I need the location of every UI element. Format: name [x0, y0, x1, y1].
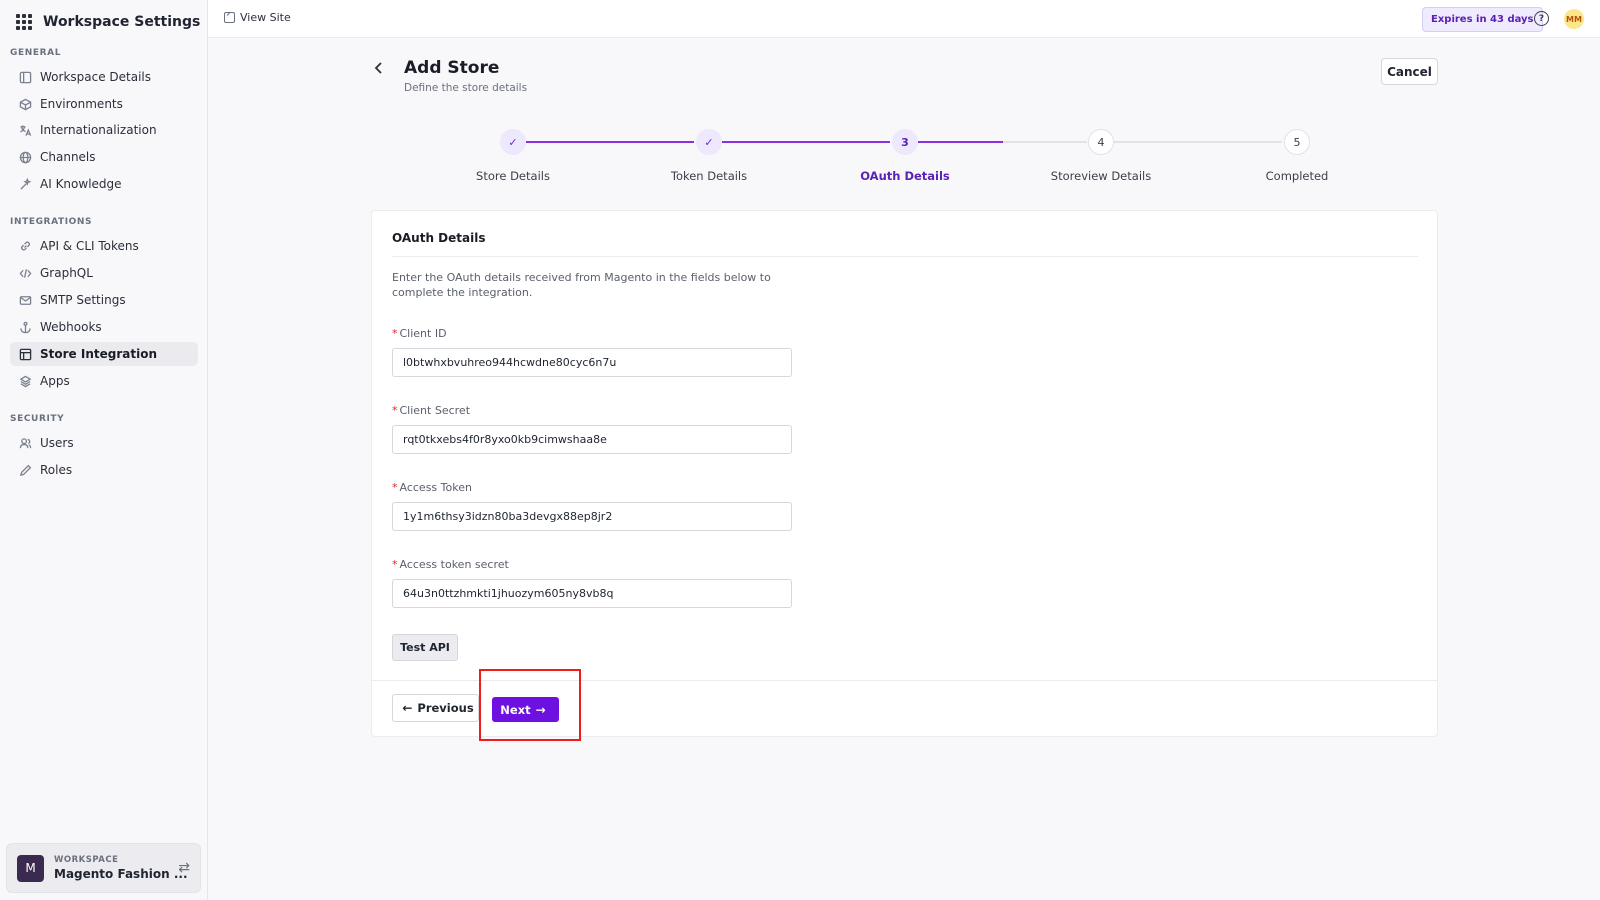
access-token-secret-input[interactable] — [392, 579, 792, 608]
step-3-circle: 3 — [892, 129, 918, 155]
mail-icon — [18, 293, 32, 307]
previous-label: Previous — [417, 701, 474, 715]
stepper-connector — [918, 141, 1003, 143]
section-general-label: GENERAL — [10, 48, 62, 58]
sidebar-item-label: Webhooks — [40, 320, 102, 334]
sidebar-item-users[interactable]: Users — [10, 431, 198, 455]
sidebar-item-workspace-details[interactable]: Workspace Details — [10, 65, 198, 89]
section-integrations-label: INTEGRATIONS — [10, 217, 93, 227]
sidebar-item-label: SMTP Settings — [40, 293, 126, 307]
form-title: OAuth Details — [392, 231, 486, 245]
stepper-connector — [1114, 141, 1282, 143]
sidebar-item-label: Store Integration — [40, 347, 157, 361]
step-label-oauth-details: OAuth Details — [860, 169, 950, 183]
anchor-icon — [18, 320, 32, 334]
oauth-form-card: OAuth Details Enter the OAuth details re… — [371, 210, 1438, 737]
sidebar-item-label: GraphQL — [40, 266, 93, 280]
sidebar-item-apps[interactable]: Apps — [10, 369, 198, 393]
sidebar-item-roles[interactable]: Roles — [10, 458, 198, 482]
step-label-store-details: Store Details — [476, 169, 550, 183]
back-arrow-icon[interactable] — [371, 60, 387, 76]
access-token-label: * Access Token — [392, 481, 472, 494]
globe-icon — [18, 150, 32, 164]
stepper-connector — [722, 141, 890, 143]
previous-button[interactable]: ← Previous — [392, 694, 479, 722]
workspace-label: WORKSPACE — [54, 855, 119, 865]
step-label-token-details: Token Details — [670, 169, 748, 183]
pen-icon — [18, 463, 32, 477]
page-title: Add Store — [404, 58, 500, 78]
page-subtitle: Define the store details — [404, 82, 528, 94]
sidebar-item-internationalization[interactable]: Internationalization — [10, 118, 198, 142]
stepper-connector — [1003, 141, 1087, 143]
code-icon — [18, 266, 32, 280]
workspace-name: Magento Fashion ... — [54, 867, 188, 881]
store-icon — [18, 347, 32, 361]
sidebar-item-label: Workspace Details — [40, 70, 152, 84]
sidebar-item-store-integration[interactable]: Store Integration — [10, 342, 198, 366]
sidebar-header[interactable]: Workspace Settings — [16, 10, 200, 34]
sidebar-item-graphql[interactable]: GraphQL — [10, 261, 198, 285]
sidebar-item-label: Roles — [40, 463, 73, 477]
view-site-label: View Site — [240, 11, 291, 24]
sidebar-item-smtp-settings[interactable]: SMTP Settings — [10, 288, 198, 312]
step-1-check-icon: ✓ — [500, 129, 526, 155]
step-4-circle: 4 — [1088, 129, 1114, 155]
sidebar-item-ai-knowledge[interactable]: AI Knowledge — [10, 172, 198, 196]
apps-grid-icon[interactable] — [16, 14, 32, 30]
step-label-storeview-details: Storeview Details — [1050, 169, 1152, 183]
sidebar-item-api-cli-tokens[interactable]: API & CLI Tokens — [10, 234, 198, 258]
access-token-secret-label: * Access token secret — [392, 558, 509, 571]
section-security-label: SECURITY — [10, 414, 65, 424]
sidebar-item-label: Users — [40, 436, 74, 450]
expires-badge[interactable]: Expires in 43 days — [1422, 7, 1543, 32]
highlight-annotation-box — [479, 669, 581, 741]
sidebar-item-webhooks[interactable]: Webhooks — [10, 315, 198, 339]
apps-icon — [18, 374, 32, 388]
step-label-completed: Completed — [1265, 169, 1329, 183]
sidebar-title: Workspace Settings — [43, 14, 201, 30]
workspace-switcher[interactable]: M WORKSPACE Magento Fashion ... ⇄ — [6, 843, 201, 893]
help-icon[interactable]: ? — [1534, 11, 1549, 26]
sidebar-item-label: API & CLI Tokens — [40, 239, 139, 253]
sidebar-item-label: Environments — [40, 97, 123, 111]
view-site-link[interactable]: View Site — [224, 11, 291, 24]
client-secret-label: * Client Secret — [392, 404, 471, 417]
client-id-input[interactable] — [392, 348, 792, 377]
step-2-check-icon: ✓ — [696, 129, 722, 155]
access-token-input[interactable] — [392, 502, 792, 531]
sidebar-item-label: Channels — [40, 150, 96, 164]
users-icon — [18, 436, 32, 450]
cube-icon — [18, 97, 32, 111]
switch-arrows-icon[interactable]: ⇄ — [178, 860, 190, 876]
user-avatar[interactable]: MM — [1564, 9, 1584, 29]
client-id-label: * Client ID — [392, 327, 447, 340]
workspace-avatar: M — [17, 854, 44, 882]
sparkle-icon — [18, 177, 32, 191]
topbar: View Site Expires in 43 days ? MM — [208, 0, 1600, 38]
translate-icon — [18, 123, 32, 137]
form-description: Enter the OAuth details received from Ma… — [392, 271, 771, 299]
divider — [392, 256, 1418, 257]
link-icon — [18, 239, 32, 253]
sidebar-item-label: AI Knowledge — [40, 177, 122, 191]
sidebar: Workspace Settings GENERAL Workspace Det… — [0, 0, 208, 900]
sidebar-item-environments[interactable]: Environments — [10, 92, 198, 116]
step-5-circle: 5 — [1284, 129, 1310, 155]
arrow-left-icon: ← — [402, 701, 413, 715]
sidebar-item-label: Apps — [40, 374, 70, 388]
cancel-button[interactable]: Cancel — [1381, 58, 1438, 85]
test-api-button[interactable]: Test API — [392, 634, 458, 661]
layout-icon — [18, 70, 32, 84]
client-secret-input[interactable] — [392, 425, 792, 454]
sidebar-item-channels[interactable]: Channels — [10, 145, 198, 169]
stepper-connector — [526, 141, 694, 143]
sidebar-item-label: Internationalization — [40, 123, 157, 137]
external-link-icon — [224, 12, 235, 23]
